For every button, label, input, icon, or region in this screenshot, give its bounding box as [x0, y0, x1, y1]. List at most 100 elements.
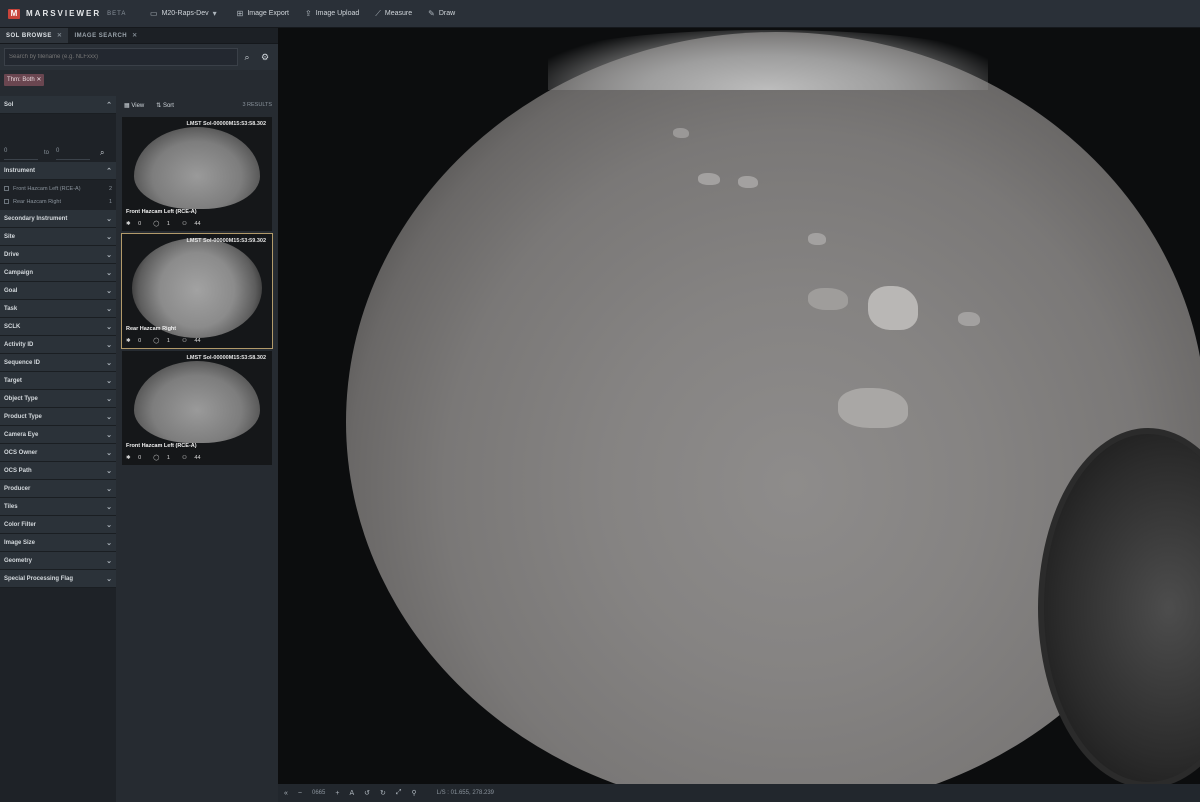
chevron-down-icon: ⌄: [106, 449, 112, 457]
rotate-right-icon[interactable]: ↻: [380, 789, 386, 797]
view-button[interactable]: ▦ View: [124, 102, 144, 109]
sol-from-input[interactable]: 0: [4, 148, 38, 160]
comment-icon: ◯: [153, 455, 160, 461]
viewer-toolbar: « − 0665 + A ↺ ↻ ⤢ ⚲ L/S : 01.655, 278.2…: [278, 784, 1200, 802]
list-item[interactable]: Rear Hazcam Right 1: [0, 195, 116, 208]
filter-sol[interactable]: Sol ⌃: [0, 96, 116, 114]
filter-items: Secondary Instrument ⌄ Site ⌄ Drive ⌄ Campaign…: [0, 210, 116, 588]
tab-sol-browse[interactable]: SOL BROWSE ✕: [0, 28, 69, 43]
fullscreen-icon[interactable]: ⤢: [396, 789, 402, 797]
result-card[interactable]: LMST Sol-00000M15:53:59.302 Rear Hazcam …: [121, 233, 273, 349]
card-meta: ✱ 0 ◯ 1 ⚇ 44: [126, 221, 201, 227]
chevron-up-icon: ⌃: [106, 101, 112, 109]
result-card[interactable]: LMST Sol-00000M15:53:58.302 Front Hazcam…: [122, 351, 272, 465]
chevron-down-icon: ⌄: [106, 323, 112, 331]
pen-icon: ✎: [428, 9, 435, 18]
filter-row[interactable]: Color Filter ⌄: [0, 516, 116, 534]
tab-image-search[interactable]: IMAGE SEARCH ✕: [68, 28, 143, 43]
filter-row[interactable]: Geometry ⌄: [0, 552, 116, 570]
rock: [738, 176, 758, 188]
upload-icon: ⇪: [305, 9, 312, 18]
rotate-left-icon[interactable]: ↺: [364, 789, 370, 797]
chevron-down-icon: ▾: [212, 9, 217, 18]
chevron-down-icon: ⌄: [106, 539, 112, 547]
filter-row[interactable]: Activity ID ⌄: [0, 336, 116, 354]
filter-chip[interactable]: Thm: Both ✕: [4, 74, 45, 86]
filter-row[interactable]: Object Type ⌄: [0, 390, 116, 408]
search-row: ⌕ ⚙: [0, 44, 278, 70]
checkbox[interactable]: [4, 199, 9, 204]
chevron-down-icon: ⌄: [106, 233, 112, 241]
pin-icon[interactable]: ⚲: [411, 789, 416, 797]
list-item[interactable]: Front Hazcam Left (RCE-A) 2: [0, 182, 116, 195]
chevron-down-icon: ⌄: [106, 503, 112, 511]
top-bar: M MARSVIEWER BETA ▭ M20-Raps-Dev ▾ ⊞ Ima…: [0, 0, 1200, 28]
filter-row[interactable]: Goal ⌄: [0, 282, 116, 300]
chevron-down-icon: ⌄: [106, 557, 112, 565]
chevron-down-icon: ⌄: [106, 395, 112, 403]
rock: [868, 286, 918, 330]
rock: [958, 312, 980, 326]
result-card[interactable]: LMST Sol-00000M15:53:58.302 Front Hazcam…: [122, 117, 272, 231]
search-icon[interactable]: ⌕: [238, 52, 256, 63]
filter-row[interactable]: OCS Path ⌄: [0, 462, 116, 480]
app-logo[interactable]: M MARSVIEWER BETA: [0, 8, 150, 19]
card-meta: ✱ 0 ◯ 1 ⚇ 44: [126, 338, 201, 344]
rock: [808, 233, 826, 245]
filter-row[interactable]: Tiles ⌄: [0, 498, 116, 516]
collapse-icon[interactable]: «: [284, 790, 288, 797]
filter-row[interactable]: Task ⌄: [0, 300, 116, 318]
close-icon[interactable]: ✕: [57, 33, 63, 39]
menu-image-export[interactable]: ⊞ Image Export: [237, 9, 289, 18]
settings-icon[interactable]: ⚙: [256, 52, 274, 63]
chevron-down-icon: ⌄: [106, 251, 112, 259]
filter-row[interactable]: Sequence ID ⌄: [0, 354, 116, 372]
filter-row[interactable]: Special Processing Flag ⌄: [0, 570, 116, 588]
export-icon: ⊞: [236, 9, 244, 18]
filter-row[interactable]: SCLK ⌄: [0, 318, 116, 336]
menu-measure[interactable]: ⟋ Measure: [375, 9, 412, 19]
users-icon: ⚇: [181, 455, 187, 461]
grid-icon: ▦: [124, 102, 130, 109]
search-input[interactable]: [4, 48, 238, 66]
filter-row[interactable]: Drive ⌄: [0, 246, 116, 264]
thumbnail-image: [134, 361, 260, 443]
filter-row[interactable]: Campaign ⌄: [0, 264, 116, 282]
filter-row[interactable]: Producer ⌄: [0, 480, 116, 498]
users-icon: ⚇: [181, 338, 187, 344]
horizon-sky: [548, 30, 988, 90]
menu-mission-select[interactable]: ▭ M20-Raps-Dev ▾: [150, 9, 221, 18]
filter-row[interactable]: Product Type ⌄: [0, 408, 116, 426]
chevron-down-icon: ⌄: [106, 485, 112, 493]
chevron-down-icon: ⌄: [106, 269, 112, 277]
filter-row[interactable]: Camera Eye ⌄: [0, 426, 116, 444]
menu-image-upload[interactable]: ⇪ Image Upload: [305, 9, 359, 18]
results-panel: ▦ View ⇅ Sort 3 RESULTS LMST Sol-00000M1…: [118, 96, 278, 802]
filter-row[interactable]: Site ⌄: [0, 228, 116, 246]
cursor-coordinates: L/S : 01.655, 278.239: [436, 790, 495, 796]
checkbox[interactable]: [4, 186, 9, 191]
sort-button[interactable]: ⇅ Sort: [156, 102, 174, 109]
filter-row[interactable]: Secondary Instrument ⌄: [0, 210, 116, 228]
sort-icon: ⇅: [156, 102, 162, 109]
search-icon[interactable]: ⌕: [100, 148, 104, 158]
close-icon[interactable]: ✕: [36, 77, 41, 83]
close-icon[interactable]: ✕: [132, 33, 138, 39]
menu-draw[interactable]: ✎ Draw: [428, 9, 455, 18]
comment-icon: ◯: [153, 221, 160, 227]
filter-row[interactable]: OCS Owner ⌄: [0, 444, 116, 462]
filter-instrument[interactable]: Instrument ⌃: [0, 162, 116, 180]
image-viewer[interactable]: [278, 28, 1200, 784]
filter-row[interactable]: Target ⌄: [0, 372, 116, 390]
chevron-down-icon: ⌄: [106, 575, 112, 583]
zoom-out-icon[interactable]: −: [298, 790, 302, 797]
filter-row[interactable]: Image Size ⌄: [0, 534, 116, 552]
sol-to-input[interactable]: 0: [56, 148, 90, 160]
card-caption: Front Hazcam Left (RCE-A): [126, 209, 197, 215]
comment-icon: ◯: [153, 338, 160, 344]
app-version-badge: BETA: [107, 10, 127, 17]
zoom-in-icon[interactable]: +: [335, 790, 339, 797]
chevron-down-icon: ⌄: [106, 431, 112, 439]
sol-range: 0 to 0 ⌕: [0, 114, 116, 162]
home-icon[interactable]: A: [349, 790, 354, 797]
